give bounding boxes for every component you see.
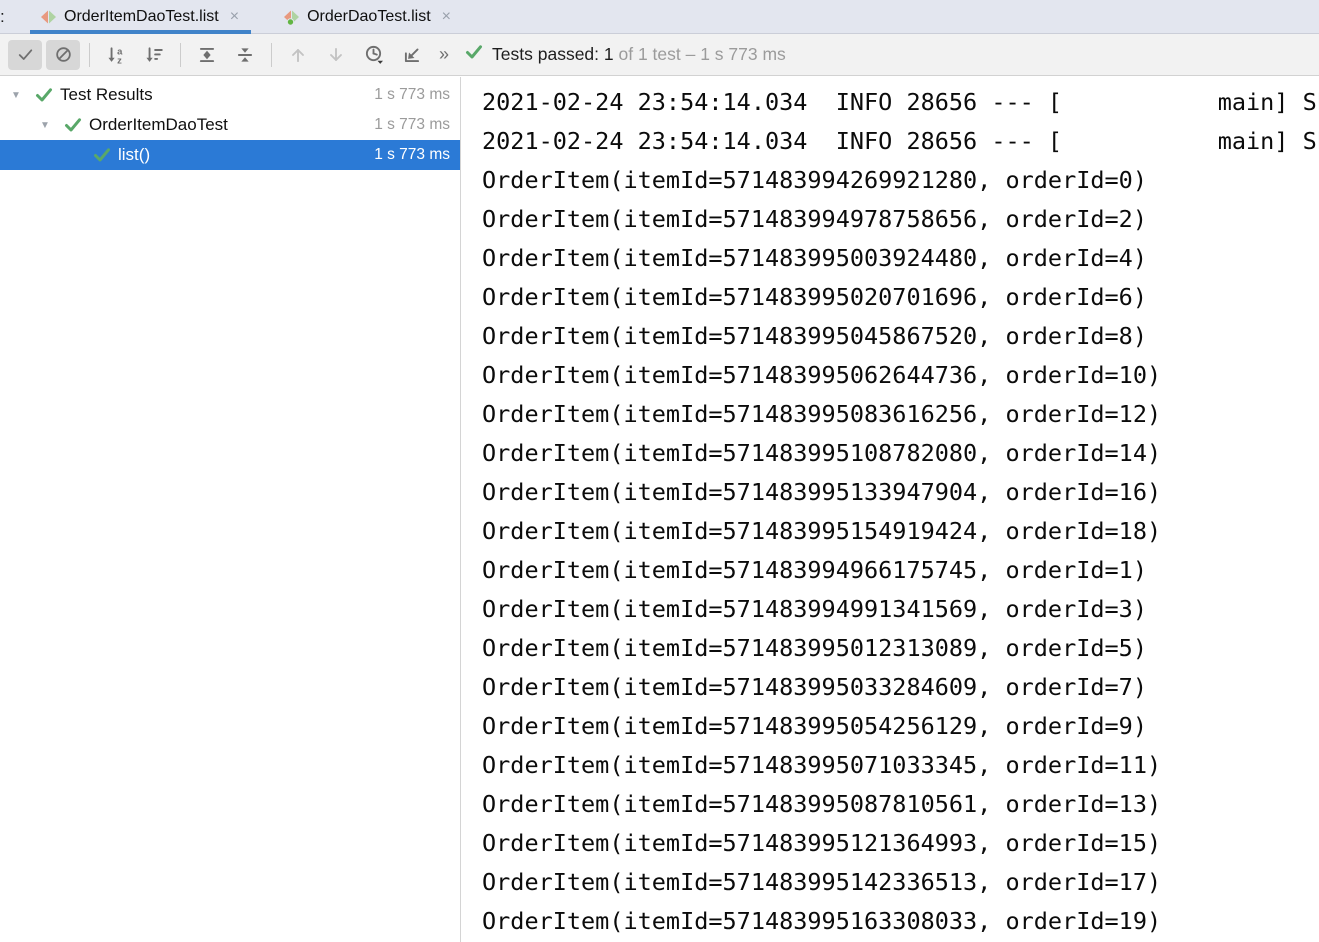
chevron-down-icon[interactable]: ▼ bbox=[7, 90, 25, 101]
collapse-all-button[interactable] bbox=[228, 40, 262, 70]
console-output-line: OrderItem(itemId=571483995083616256, ord… bbox=[482, 395, 1319, 434]
console-output-line: OrderItem(itemId=571483995012313089, ord… bbox=[482, 629, 1319, 668]
more-actions-chevron-icon[interactable]: » bbox=[439, 44, 447, 65]
tree-row-test-results[interactable]: ▼ Test Results 1 s 773 ms bbox=[0, 80, 460, 110]
close-icon[interactable]: × bbox=[230, 8, 239, 26]
sort-by-duration-button[interactable] bbox=[137, 40, 171, 70]
tab-title: OrderItemDaoTest.list bbox=[64, 8, 219, 26]
console-log-line: 2021-02-24 23:54:14.034 INFO 28656 --- [… bbox=[482, 122, 1319, 161]
checkmark-icon bbox=[16, 45, 35, 64]
next-failed-test-button[interactable] bbox=[319, 40, 353, 70]
tree-row-label: Test Results bbox=[60, 85, 153, 105]
tree-row-orderitemdaotest[interactable]: ▼ OrderItemDaoTest 1 s 773 ms bbox=[0, 110, 460, 140]
test-status: Tests passed: 1 of 1 test – 1 s 773 ms bbox=[465, 44, 786, 65]
test-runner-window: : OrderItemDaoTest.list × OrderDaoTest.l… bbox=[0, 0, 1319, 942]
show-ignored-button[interactable] bbox=[46, 40, 80, 70]
show-passed-button[interactable] bbox=[8, 40, 42, 70]
import-test-results-button[interactable] bbox=[395, 40, 429, 70]
console-output-line: OrderItem(itemId=571483995154919424, ord… bbox=[482, 512, 1319, 551]
console-output-line: OrderItem(itemId=571483995003924480, ord… bbox=[482, 239, 1319, 278]
console-output-line: OrderItem(itemId=571483995071033345, ord… bbox=[482, 746, 1319, 785]
console-output[interactable]: 2021-02-24 23:54:14.034 INFO 28656 --- [… bbox=[460, 77, 1319, 942]
console-output-line: OrderItem(itemId=571483995054256129, ord… bbox=[482, 707, 1319, 746]
previous-failed-test-button[interactable] bbox=[281, 40, 315, 70]
toolbar-separator bbox=[180, 43, 181, 67]
console-output-line: OrderItem(itemId=571483995121364993, ord… bbox=[482, 824, 1319, 863]
tab-orderitemdaotest[interactable]: OrderItemDaoTest.list × bbox=[30, 0, 251, 33]
tab-title: OrderDaoTest.list bbox=[307, 8, 431, 26]
tree-row-duration: 1 s 773 ms bbox=[374, 146, 460, 164]
console-output-line: OrderItem(itemId=571483995163308033, ord… bbox=[482, 902, 1319, 941]
svg-text:z: z bbox=[117, 55, 122, 65]
status-passed-check-icon bbox=[465, 44, 483, 65]
tree-row-duration: 1 s 773 ms bbox=[374, 116, 460, 134]
tree-row-label: OrderItemDaoTest bbox=[89, 115, 228, 135]
console-output-line: OrderItem(itemId=571483994269921280, ord… bbox=[482, 161, 1319, 200]
expand-all-button[interactable] bbox=[190, 40, 224, 70]
clock-dropdown-icon bbox=[364, 44, 385, 65]
import-test-results-icon bbox=[402, 45, 422, 65]
console-output-line: OrderItem(itemId=571483995045867520, ord… bbox=[482, 317, 1319, 356]
test-tree: ▼ Test Results 1 s 773 ms ▼ OrderItemDao… bbox=[0, 77, 460, 942]
status-detail-text: of 1 test – 1 s 773 ms bbox=[619, 44, 786, 64]
console-output-line: OrderItem(itemId=571483995133947904, ord… bbox=[482, 473, 1319, 512]
collapse-all-icon bbox=[235, 45, 255, 65]
toolbar-separator bbox=[271, 43, 272, 67]
chevron-down-icon[interactable]: ▼ bbox=[36, 120, 54, 131]
editor-tab-bar: : OrderItemDaoTest.list × OrderDaoTest.l… bbox=[0, 0, 1319, 34]
status-passed-text: Tests passed: 1 bbox=[492, 44, 614, 64]
tree-row-duration: 1 s 773 ms bbox=[374, 86, 460, 104]
console-output-line: OrderItem(itemId=571483994991341569, ord… bbox=[482, 590, 1319, 629]
passed-check-icon bbox=[64, 117, 82, 133]
tab-orderdaotest[interactable]: OrderDaoTest.list × bbox=[273, 0, 463, 33]
test-history-button[interactable] bbox=[357, 40, 391, 70]
console-output-line: OrderItem(itemId=571483994966175745, ord… bbox=[482, 551, 1319, 590]
tree-row-list-test[interactable]: list() 1 s 773 ms bbox=[0, 140, 460, 170]
sort-alphabetically-button[interactable]: a z bbox=[99, 40, 133, 70]
console-output-line: OrderItem(itemId=571483994978758656, ord… bbox=[482, 200, 1319, 239]
junit-run-config-icon bbox=[40, 9, 57, 25]
arrow-up-icon bbox=[288, 45, 308, 65]
console-output-line: OrderItem(itemId=571483995108782080, ord… bbox=[482, 434, 1319, 473]
console-output-line: OrderItem(itemId=571483995087810561, ord… bbox=[482, 785, 1319, 824]
expand-all-icon bbox=[197, 45, 217, 65]
console-log-line: 2021-02-24 23:54:14.034 INFO 28656 --- [… bbox=[482, 83, 1319, 122]
junit-run-config-running-icon bbox=[283, 9, 300, 25]
console-output-line: OrderItem(itemId=571483995062644736, ord… bbox=[482, 356, 1319, 395]
console-output-line: OrderItem(itemId=571483995020701696, ord… bbox=[482, 278, 1319, 317]
test-runner-toolbar: a z bbox=[0, 34, 1319, 76]
sort-by-duration-icon bbox=[144, 45, 164, 65]
passed-check-icon bbox=[93, 147, 111, 163]
sort-alphabetically-icon: a z bbox=[106, 45, 126, 65]
close-icon[interactable]: × bbox=[442, 8, 451, 26]
console-output-line: OrderItem(itemId=571483995142336513, ord… bbox=[482, 863, 1319, 902]
run-label-fragment: : bbox=[0, 7, 8, 27]
console-output-line: OrderItem(itemId=571483995033284609, ord… bbox=[482, 668, 1319, 707]
toolbar-separator bbox=[89, 43, 90, 67]
tree-row-label: list() bbox=[118, 145, 150, 165]
circle-slash-icon bbox=[54, 45, 73, 64]
arrow-down-icon bbox=[326, 45, 346, 65]
passed-check-icon bbox=[35, 87, 53, 103]
